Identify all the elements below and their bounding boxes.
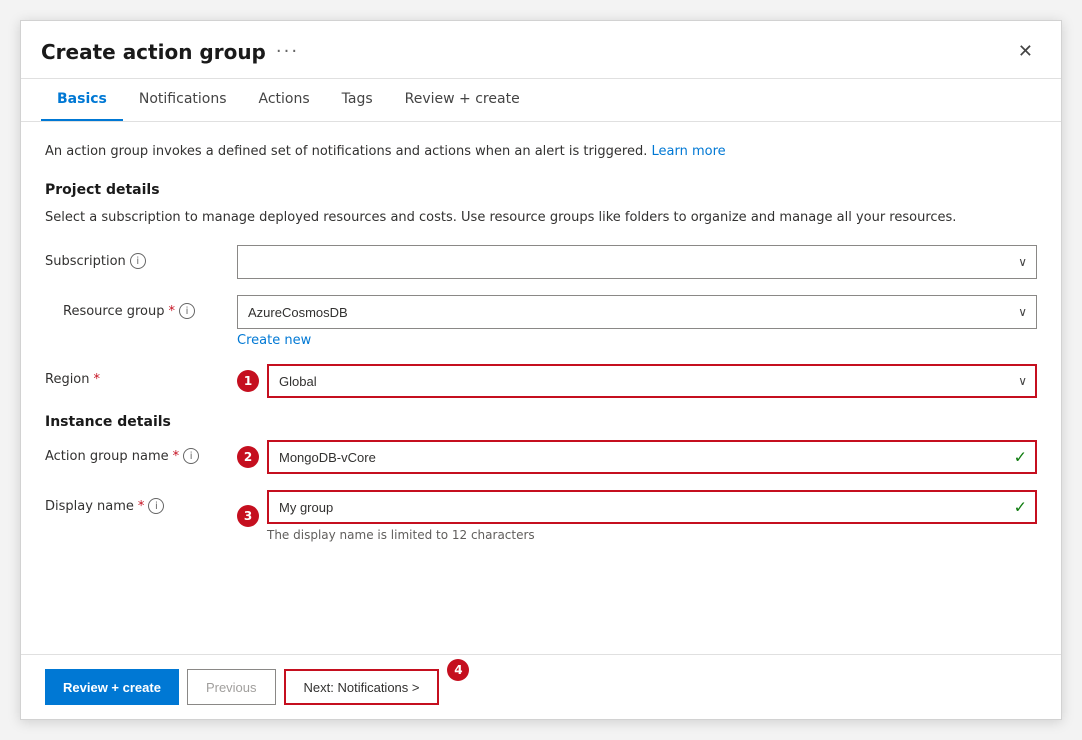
action-group-name-label: Action group name * i xyxy=(45,440,225,464)
display-name-input-wrapper: ✓ xyxy=(267,490,1037,524)
instance-details-title: Instance details xyxy=(45,414,1037,430)
next-notifications-button[interactable]: Next: Notifications > xyxy=(284,669,440,705)
region-control: 1 Global ∨ xyxy=(237,364,1037,398)
display-name-hint: The display name is limited to 12 charac… xyxy=(267,528,1037,542)
step-badge-1: 1 xyxy=(237,370,259,392)
resource-group-control: AzureCosmosDB ∨ Create new xyxy=(237,295,1037,348)
step-badge-2: 2 xyxy=(237,446,259,468)
resource-group-info-icon[interactable]: i xyxy=(179,303,195,319)
action-group-name-badge-container: 2 ✓ xyxy=(237,440,1037,474)
action-group-name-input[interactable] xyxy=(267,440,1037,474)
create-new-resource-group-link[interactable]: Create new xyxy=(237,333,311,348)
display-name-input-area: ✓ The display name is limited to 12 char… xyxy=(267,490,1037,542)
action-group-name-input-wrapper: ✓ xyxy=(267,440,1037,474)
review-create-button[interactable]: Review + create xyxy=(45,669,179,705)
project-details-description: Select a subscription to manage deployed… xyxy=(45,208,1037,228)
action-group-name-info-icon[interactable]: i xyxy=(183,448,199,464)
display-name-control: 3 ✓ The display name is limited to 12 ch… xyxy=(237,490,1037,542)
resource-group-row: Resource group * i AzureCosmosDB ∨ Creat… xyxy=(45,295,1037,348)
subscription-row: Subscription i ∨ xyxy=(45,245,1037,279)
title-row: Create action group ··· xyxy=(41,40,299,64)
tab-basics[interactable]: Basics xyxy=(41,79,123,121)
display-name-required: * xyxy=(138,499,145,514)
region-select-wrapper: Global ∨ xyxy=(267,364,1037,398)
display-name-input[interactable] xyxy=(267,490,1037,524)
display-name-row: Display name * i 3 ✓ The display name is… xyxy=(45,490,1037,542)
dialog-title-dots: ··· xyxy=(276,41,299,62)
region-label: Region * xyxy=(45,364,225,387)
resource-group-label: Resource group * i xyxy=(45,295,225,319)
info-text: An action group invokes a defined set of… xyxy=(45,142,1037,162)
subscription-select[interactable] xyxy=(237,245,1037,279)
display-name-info-icon[interactable]: i xyxy=(148,498,164,514)
region-select[interactable]: Global xyxy=(267,364,1037,398)
subscription-select-wrapper: ∨ xyxy=(237,245,1037,279)
next-button-wrapper: Next: Notifications > 4 xyxy=(284,669,440,705)
action-group-name-control: 2 ✓ xyxy=(237,440,1037,474)
display-name-badge-container: 3 ✓ The display name is limited to 12 ch… xyxy=(237,490,1037,542)
tabs-bar: Basics Notifications Actions Tags Review… xyxy=(21,79,1061,122)
step-badge-3: 3 xyxy=(237,505,259,527)
tab-review-create[interactable]: Review + create xyxy=(389,79,536,121)
subscription-control: ∨ xyxy=(237,245,1037,279)
dialog-header: Create action group ··· ✕ xyxy=(21,21,1061,79)
region-required: * xyxy=(94,372,101,387)
tab-tags[interactable]: Tags xyxy=(326,79,389,121)
action-group-name-row: Action group name * i 2 ✓ xyxy=(45,440,1037,474)
tab-notifications[interactable]: Notifications xyxy=(123,79,243,121)
tab-actions[interactable]: Actions xyxy=(243,79,326,121)
dialog-footer: Review + create Previous Next: Notificat… xyxy=(21,654,1061,719)
region-row: Region * 1 Global ∨ xyxy=(45,364,1037,398)
subscription-label: Subscription i xyxy=(45,245,225,269)
resource-group-required: * xyxy=(169,304,176,319)
region-badge-container: 1 Global ∨ xyxy=(237,364,1037,398)
close-button[interactable]: ✕ xyxy=(1010,37,1041,66)
resource-group-select[interactable]: AzureCosmosDB xyxy=(237,295,1037,329)
resource-group-select-wrapper: AzureCosmosDB ∨ xyxy=(237,295,1037,329)
learn-more-link[interactable]: Learn more xyxy=(652,144,726,159)
project-details-title: Project details xyxy=(45,182,1037,198)
dialog-title: Create action group xyxy=(41,40,266,64)
display-name-label: Display name * i xyxy=(45,490,225,514)
create-action-group-dialog: Create action group ··· ✕ Basics Notific… xyxy=(20,20,1062,720)
step-badge-4: 4 xyxy=(447,659,469,681)
previous-button[interactable]: Previous xyxy=(187,669,276,705)
instance-details-section: Instance details Action group name * i 2… xyxy=(45,414,1037,542)
action-group-name-required: * xyxy=(173,449,180,464)
dialog-body: An action group invokes a defined set of… xyxy=(21,122,1061,654)
subscription-info-icon[interactable]: i xyxy=(130,253,146,269)
